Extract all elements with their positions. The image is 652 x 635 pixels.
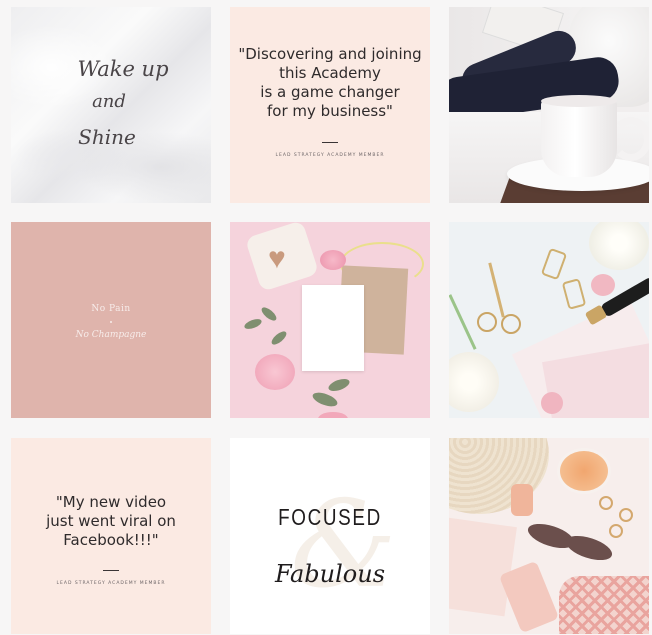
- fabulous-word: Fabulous: [274, 560, 386, 588]
- quote-attribution: LEAD STRATEGY ACADEMY MEMBER: [56, 581, 166, 586]
- tile-photo-rosy-flatlay[interactable]: [449, 438, 649, 634]
- wake-line-1: Wake up: [77, 57, 169, 81]
- nopain-line-2: No Champagne: [75, 330, 147, 340]
- tile-focused-and-fabulous[interactable]: & FOCUSED Fabulous: [230, 438, 430, 634]
- wax-seal-image: [541, 392, 563, 414]
- perfume-bottle-image: [511, 484, 533, 516]
- tile-quote-academy[interactable]: "Discovering and joining this Academy is…: [230, 7, 430, 203]
- blank-card-image: [302, 285, 364, 371]
- instagram-grid: Wake up and Shine "Discovering and joini…: [0, 0, 652, 635]
- mesh-bag-image: [559, 576, 649, 634]
- scissors-image: [488, 262, 505, 318]
- nopain-dot: [110, 321, 112, 323]
- wake-line-3: Shine: [78, 125, 136, 149]
- quote-line-1: "Discovering and joining: [238, 45, 422, 63]
- tile-no-pain-no-champagne[interactable]: No Pain No Champagne: [11, 222, 211, 418]
- wake-line-2: and: [92, 91, 126, 112]
- quote-line-2: just went viral on: [46, 512, 176, 530]
- tile-quote-viral[interactable]: "My new video just went viral on Faceboo…: [11, 438, 211, 634]
- phone-image: [498, 560, 560, 634]
- rose-image: [320, 250, 346, 270]
- tile-wake-up-and-shine[interactable]: Wake up and Shine: [11, 7, 211, 203]
- quote-line-4: for my business": [267, 102, 393, 120]
- nopain-line-1: No Pain: [91, 304, 131, 314]
- flower-image: [449, 352, 499, 412]
- quote-attribution: LEAD STRATEGY ACADEMY MEMBER: [275, 153, 385, 158]
- tile-photo-pink-flatlay[interactable]: ♥: [230, 222, 430, 418]
- rose-image: [255, 354, 295, 390]
- quote-line-3: is a game changer: [260, 83, 400, 101]
- drink-image: [557, 448, 611, 494]
- quote-divider: [322, 142, 338, 143]
- flower-image: [589, 222, 649, 270]
- focused-word: FOCUSED: [278, 504, 382, 530]
- quote-line-1: "My new video: [55, 493, 167, 511]
- tile-photo-gold-scissors[interactable]: [449, 222, 649, 418]
- straw-hat-image: [449, 438, 549, 514]
- quote-line-2: this Academy: [279, 64, 381, 82]
- notebook-image: [449, 517, 517, 617]
- earring-image: [599, 496, 613, 510]
- wax-seal-image: [591, 274, 615, 296]
- coffee-cup-image: [541, 99, 617, 177]
- paperclip-image: [540, 247, 568, 281]
- heart-icon: ♥: [268, 242, 286, 275]
- tile-photo-coffee-cup[interactable]: [449, 7, 649, 203]
- quote-line-3: Facebook!!!": [63, 531, 159, 549]
- quote-divider: [103, 570, 119, 571]
